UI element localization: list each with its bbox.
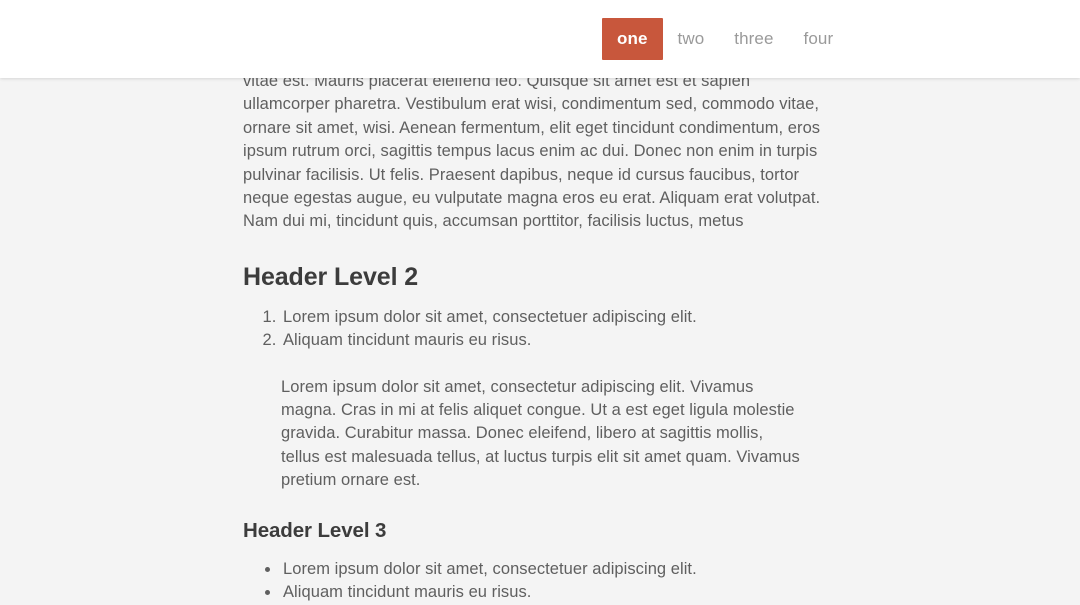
content-column: vitae est. Mauris placerat eleifend leo.… bbox=[243, 70, 839, 605]
top-navigation-bar: one two three four bbox=[0, 0, 1080, 78]
unordered-list: Lorem ipsum dolor sit amet, consectetuer… bbox=[243, 558, 839, 605]
indented-paragraph: Lorem ipsum dolor sit amet, consectetur … bbox=[281, 377, 800, 490]
header-level-2: Header Level 2 bbox=[243, 262, 419, 291]
nav-item-three[interactable]: three bbox=[719, 18, 788, 60]
nav-list: one two three four bbox=[602, 18, 848, 60]
list-item: Lorem ipsum dolor sit amet, consectetuer… bbox=[281, 306, 839, 329]
list-item: Aliquam tincidunt mauris eu risus. bbox=[281, 581, 839, 604]
intro-paragraph: vitae est. Mauris placerat eleifend leo.… bbox=[243, 72, 821, 231]
page-content-area: vitae est. Mauris placerat eleifend leo.… bbox=[0, 0, 1080, 601]
nav-item-two[interactable]: two bbox=[663, 18, 720, 60]
header-level-3: Header Level 3 bbox=[243, 518, 387, 542]
list-item: Aliquam tincidunt mauris eu risus. bbox=[281, 329, 839, 352]
nav-item-one[interactable]: one bbox=[602, 18, 663, 60]
nav-item-four[interactable]: four bbox=[789, 18, 849, 60]
ordered-list: Lorem ipsum dolor sit amet, consectetuer… bbox=[243, 306, 839, 353]
list-item: Lorem ipsum dolor sit amet, consectetuer… bbox=[281, 558, 839, 581]
